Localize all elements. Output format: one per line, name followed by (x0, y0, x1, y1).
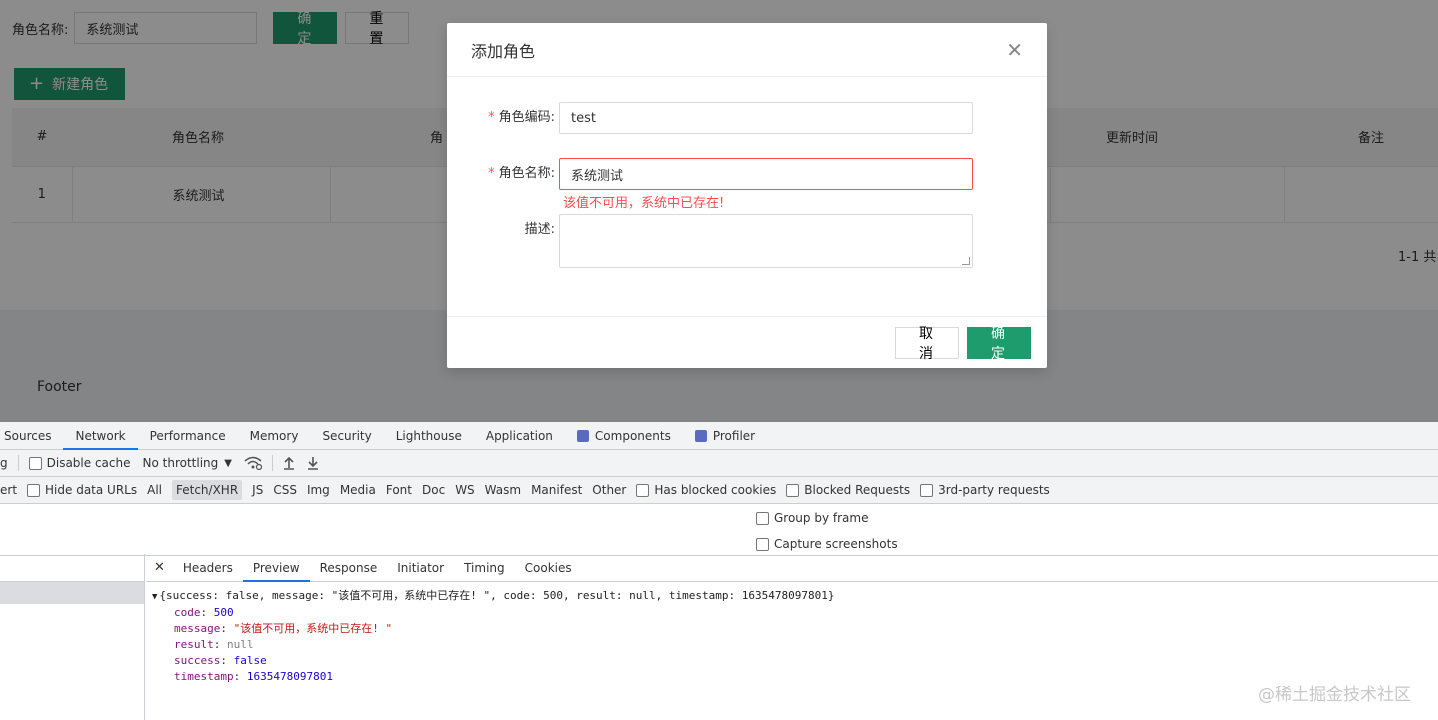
request-list-header (0, 554, 144, 582)
tab-network[interactable]: Network (63, 422, 138, 450)
checkbox-icon[interactable] (920, 483, 934, 497)
resize-handle-icon[interactable] (962, 257, 970, 265)
blocked-requests-checkbox[interactable]: Blocked Requests (781, 483, 915, 497)
devtools-tabs: Sources Network Performance Memory Secur… (0, 422, 1438, 450)
json-summary[interactable]: ▼ {success: false, message: "该值不可用，系统中已存在… (152, 588, 1438, 605)
checkbox-icon[interactable] (756, 537, 769, 551)
tab-cookies[interactable]: Cookies (515, 554, 582, 582)
filter-media[interactable]: Media (335, 483, 381, 497)
required-mark: * (488, 110, 495, 125)
desc-label: 描述: (524, 222, 555, 237)
toolbar-divider (17, 455, 19, 471)
detail-tabs: ✕ Headers Preview Response Initiator Tim… (146, 554, 1438, 582)
request-detail: ✕ Headers Preview Response Initiator Tim… (146, 554, 1438, 720)
role-name-input[interactable]: 系统测试 (559, 158, 973, 190)
tab-headers[interactable]: Headers (173, 554, 243, 582)
expand-triangle-icon[interactable]: ▼ (152, 592, 157, 602)
selected-request-row[interactable] (0, 582, 144, 604)
modal-header: 添加角色 ✕ (447, 23, 1047, 77)
has-blocked-cookies-checkbox[interactable]: Has blocked cookies (631, 483, 781, 497)
json-preview: ▼ {success: false, message: "该值不可用，系统中已存在… (146, 582, 1438, 685)
add-role-modal: 添加角色 ✕ * 角色编码: test * 角色名称: 系统测试 该值不可用，系统中… (447, 23, 1047, 368)
import-har-icon[interactable] (277, 456, 301, 470)
tab-profiler[interactable]: Profiler (683, 422, 767, 450)
network-toolbar: g Disable cache No throttling ▼ (0, 450, 1438, 477)
export-har-icon[interactable] (301, 456, 325, 470)
tab-memory[interactable]: Memory (238, 422, 311, 450)
filter-all[interactable]: All (142, 483, 167, 497)
close-icon[interactable]: ✕ (1006, 40, 1023, 60)
checkbox-icon[interactable] (28, 456, 42, 470)
filter-font[interactable]: Font (381, 483, 417, 497)
ok-button[interactable]: 确 定 (967, 326, 1031, 362)
filter-manifest[interactable]: Manifest (526, 483, 587, 497)
tab-security[interactable]: Security (310, 422, 383, 450)
json-row-timestamp: timestamp: 1635478097801 (174, 670, 333, 683)
watermark: @稀土掘金技术社区 (1258, 685, 1411, 705)
tab-preview[interactable]: Preview (242, 554, 310, 582)
checkbox-icon[interactable] (636, 483, 650, 497)
code-label: * 角色编码: (488, 110, 555, 125)
invert-fragment: ert (0, 483, 18, 497)
filter-fetch-xhr[interactable]: Fetch/XHR (172, 480, 243, 500)
network-detail-area: ✕ Headers Preview Response Initiator Tim… (0, 554, 1438, 720)
preserve-log-fragment: g (0, 456, 8, 470)
group-by-frame-checkbox[interactable]: Group by frame (756, 511, 868, 525)
tab-application[interactable]: Application (474, 422, 565, 450)
cancel-button[interactable]: 取 消 (895, 326, 959, 362)
filter-img[interactable]: Img (302, 483, 335, 497)
request-list (0, 554, 145, 720)
role-name-error: 该值不可用，系统中已存在! (563, 196, 725, 211)
tab-initiator[interactable]: Initiator (387, 554, 454, 582)
filter-wasm[interactable]: Wasm (480, 483, 526, 497)
form-row-desc: 描述: (447, 214, 1047, 268)
caret-down-icon: ▼ (224, 457, 232, 469)
close-detail-icon[interactable]: ✕ (146, 560, 173, 575)
filter-css[interactable]: CSS (268, 483, 302, 497)
devtools-panel: Sources Network Performance Memory Secur… (0, 422, 1438, 720)
throttling-select[interactable]: No throttling ▼ (137, 456, 238, 470)
tab-components[interactable]: Components (565, 422, 683, 450)
network-settings: Group by frame Capture screenshots (0, 504, 1438, 556)
checkbox-icon[interactable] (27, 483, 41, 497)
filter-other[interactable]: Other (587, 483, 631, 497)
third-party-requests-checkbox[interactable]: 3rd-party requests (915, 483, 1055, 497)
tab-timing[interactable]: Timing (454, 554, 515, 582)
checkbox-icon[interactable] (756, 511, 769, 525)
tab-performance[interactable]: Performance (138, 422, 238, 450)
modal-title: 添加角色 (471, 41, 536, 61)
modal-footer: 取 消 确 定 (447, 316, 1047, 368)
description-textarea[interactable] (559, 214, 973, 268)
name-label: * 角色名称: (488, 166, 555, 181)
capture-screenshots-checkbox[interactable]: Capture screenshots (756, 537, 898, 551)
required-mark: * (488, 166, 495, 181)
network-conditions-icon[interactable] (238, 456, 268, 470)
filter-ws[interactable]: WS (450, 483, 479, 497)
vue-icon (576, 429, 589, 442)
tab-lighthouse[interactable]: Lighthouse (384, 422, 474, 450)
form-row-code: * 角色编码: test (447, 102, 1047, 134)
disable-cache-checkbox[interactable]: Disable cache (23, 456, 137, 470)
filter-doc[interactable]: Doc (417, 483, 450, 497)
tab-response[interactable]: Response (310, 554, 388, 582)
toolbar-divider (271, 455, 273, 471)
json-row-result: result: null (174, 638, 254, 651)
role-code-input[interactable]: test (559, 102, 973, 134)
tab-sources[interactable]: Sources (0, 422, 63, 450)
network-filter-bar: ert Hide data URLs All Fetch/XHR JS CSS … (0, 477, 1438, 504)
form-row-name: * 角色名称: 系统测试 (447, 158, 1047, 190)
checkbox-icon[interactable] (786, 483, 800, 497)
vue-icon (694, 429, 707, 442)
json-row-code: code: 500 (174, 606, 234, 619)
json-row-message: message: "该值不可用，系统中已存在! " (174, 622, 393, 635)
filter-js[interactable]: JS (247, 483, 268, 497)
hide-data-urls-checkbox[interactable]: Hide data URLs (22, 483, 142, 497)
json-row-success: success: false (174, 654, 267, 667)
